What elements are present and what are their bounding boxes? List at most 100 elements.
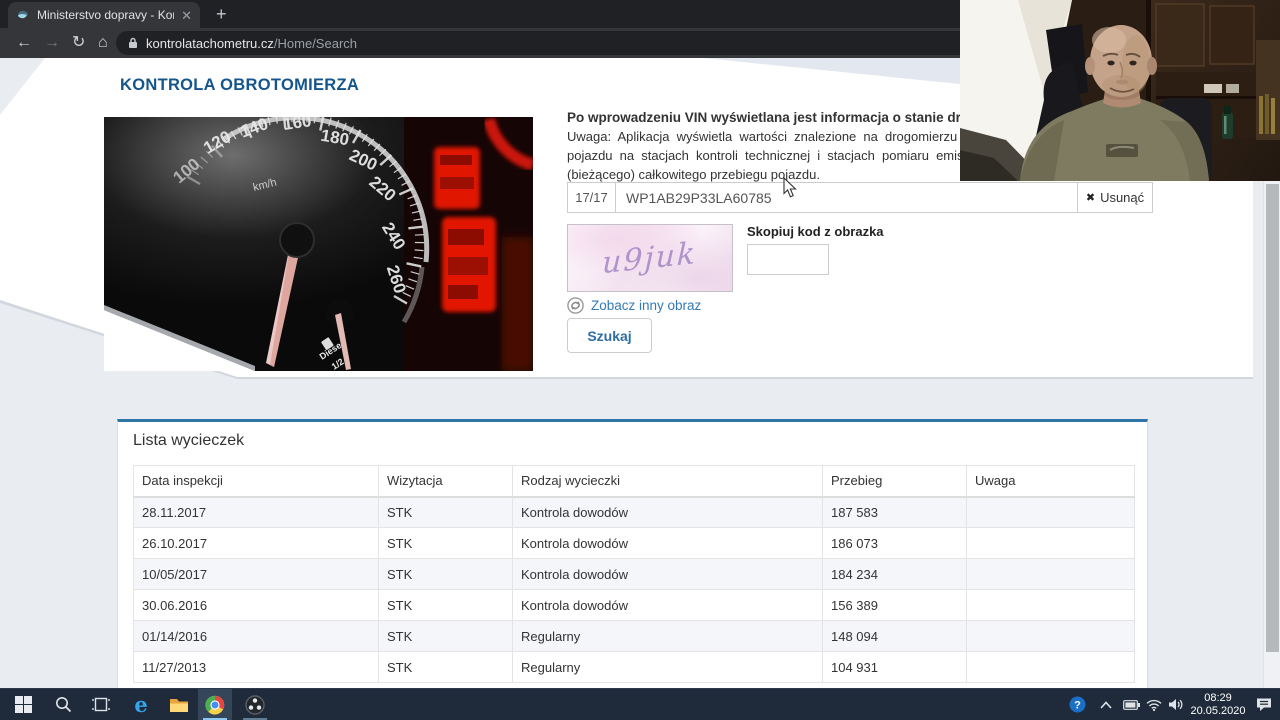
help-icon: ? xyxy=(1069,696,1085,713)
browser-tab[interactable]: Ministerstvo dopravy - Kontrola t ✕ xyxy=(8,2,200,28)
table-cell: STK xyxy=(378,527,513,559)
table-cell: 30.06.2016 xyxy=(133,589,379,621)
clock-time: 08:29 xyxy=(1204,692,1232,704)
table-cell xyxy=(966,620,1135,652)
captcha-text: u9juk xyxy=(602,235,698,281)
table-cell: Kontrola dowodów xyxy=(512,527,823,559)
table-row: 01/14/2016 STK Regularny 148 094 xyxy=(133,620,1135,652)
table-cell xyxy=(966,558,1135,590)
table-cell: 26.10.2017 xyxy=(133,527,379,559)
vin-length-counter: 17/17 xyxy=(567,182,616,213)
table-cell xyxy=(966,589,1135,621)
table-column-header: Rodzaj wycieczki xyxy=(512,465,823,498)
task-view-button[interactable] xyxy=(84,689,118,720)
table-row: 10/05/2017 STK Kontrola dowodów 184 234 xyxy=(133,558,1135,590)
volume-tray-button[interactable] xyxy=(1164,689,1188,720)
home-button[interactable]: ⌂ xyxy=(98,33,108,53)
table-row: 30.06.2016 STK Kontrola dowodów 156 389 xyxy=(133,589,1135,621)
table-cell: 11/27/2013 xyxy=(133,651,379,683)
battery-icon xyxy=(1122,699,1140,710)
mouse-cursor xyxy=(783,177,797,198)
chrome-taskbar-button[interactable] xyxy=(198,689,232,720)
screen: { "browser": { "tab_title": "Ministerstv… xyxy=(0,0,1280,720)
table-row: 26.10.2017 STK Kontrola dowodów 186 073 xyxy=(133,527,1135,559)
scrollbar-thumb[interactable] xyxy=(1266,184,1279,652)
search-button-label: Szukaj xyxy=(587,327,632,344)
clock-date: 20.05.2020 xyxy=(1190,705,1246,717)
battery-tray-button[interactable] xyxy=(1118,689,1144,720)
vin-input-group: 17/17 ✖ Usunąć xyxy=(567,182,1153,213)
vin-input[interactable] xyxy=(616,182,1078,213)
table-cell: 148 094 xyxy=(822,620,967,652)
tray-overflow-button[interactable] xyxy=(1094,689,1118,720)
taskbar-clock[interactable]: 08:29 20.05.2020 xyxy=(1186,692,1250,718)
table-row: 11/27/2013 STK Regularny 104 931 xyxy=(133,651,1135,683)
table-column-header: Data inspekcji xyxy=(133,465,379,498)
results-panel: Lista wycieczek Data inspekcji Wizytacja R… xyxy=(117,419,1148,691)
url-domain: kontrolatachometru.cz xyxy=(146,35,274,51)
table-column-header: Przebieg xyxy=(822,465,967,498)
table-cell: STK xyxy=(378,651,513,683)
speedometer-image: 100120 140 160180200220240260 km/h Diese 1… xyxy=(104,117,533,371)
search-button[interactable]: Szukaj xyxy=(567,318,652,353)
table-column-header: Uwaga xyxy=(966,465,1135,498)
refresh-link-label: Zobacz inny obraz xyxy=(591,298,702,313)
table-cell: Regularny xyxy=(512,651,823,683)
table-cell: 28.11.2017 xyxy=(133,496,379,528)
table-cell: 01/14/2016 xyxy=(133,620,379,652)
wifi-icon xyxy=(1146,699,1162,711)
refresh-icon xyxy=(567,297,584,314)
url-text: kontrolatachometru.cz/Home/Search xyxy=(146,36,357,51)
table-cell: Kontrola dowodów xyxy=(512,496,823,528)
file-explorer-button[interactable] xyxy=(162,689,196,720)
back-button[interactable]: ← xyxy=(16,33,32,53)
edge-taskbar-button[interactable]: e xyxy=(124,689,158,720)
table-cell: 184 234 xyxy=(822,558,967,590)
table-cell: Kontrola dowodów xyxy=(512,589,823,621)
table-cell: STK xyxy=(378,558,513,590)
table-cell: STK xyxy=(378,496,513,528)
action-center-icon xyxy=(1257,698,1271,711)
chrome-icon xyxy=(205,695,225,715)
taskbar-search-button[interactable] xyxy=(46,689,80,720)
lock-icon xyxy=(129,37,137,48)
captcha-copy-label: Skopiuj kod z obrazka xyxy=(747,224,884,239)
speaker-icon xyxy=(1168,699,1182,710)
captcha-image: u9juk xyxy=(567,224,733,292)
url-path: /Home/Search xyxy=(273,35,357,51)
windows-logo-icon xyxy=(14,696,32,713)
remove-vin-button[interactable]: ✖ Usunąć xyxy=(1078,182,1153,213)
page-title: KONTROLA OBROTOMIERZA xyxy=(120,76,360,94)
obs-icon xyxy=(245,694,265,715)
table-cell xyxy=(966,651,1135,683)
table-header-row: Data inspekcji Wizytacja Rodzaj wycieczki P… xyxy=(133,465,1135,498)
captcha-refresh-link[interactable]: Zobacz inny obraz xyxy=(567,297,701,314)
table-cell: STK xyxy=(378,620,513,652)
reload-button[interactable]: ↻ xyxy=(72,33,85,53)
table-row: 28.11.2017 STK Kontrola dowodów 187 583 xyxy=(133,496,1135,528)
svg-text:?: ? xyxy=(1074,700,1081,712)
results-panel-title: Lista wycieczek xyxy=(133,432,245,449)
captcha-code-input[interactable] xyxy=(747,244,829,275)
remove-label: Usunąć xyxy=(1100,190,1145,205)
get-help-tray-button[interactable]: ? xyxy=(1064,689,1090,720)
start-button[interactable] xyxy=(6,689,40,720)
forward-button[interactable]: → xyxy=(44,33,60,53)
search-icon xyxy=(55,697,71,713)
chevron-up-icon xyxy=(1100,700,1112,709)
obs-taskbar-button[interactable] xyxy=(238,689,272,720)
table-cell xyxy=(966,527,1135,559)
action-center-button[interactable] xyxy=(1250,689,1278,720)
table-cell: 187 583 xyxy=(822,496,967,528)
table-cell: 10/05/2017 xyxy=(133,558,379,590)
trips-table: Data inspekcji Wizytacja Rodzaj wycieczki P… xyxy=(133,465,1135,683)
wifi-tray-button[interactable] xyxy=(1142,689,1166,720)
table-cell: Kontrola dowodów xyxy=(512,558,823,590)
webcam-overlay xyxy=(960,0,1280,181)
table-cell: Regularny xyxy=(512,620,823,652)
edge-icon: e xyxy=(134,692,148,717)
task-view-icon xyxy=(92,697,110,712)
tab-close-icon[interactable]: ✕ xyxy=(181,9,192,22)
new-tab-button[interactable]: + xyxy=(216,4,227,25)
table-cell xyxy=(966,496,1135,528)
